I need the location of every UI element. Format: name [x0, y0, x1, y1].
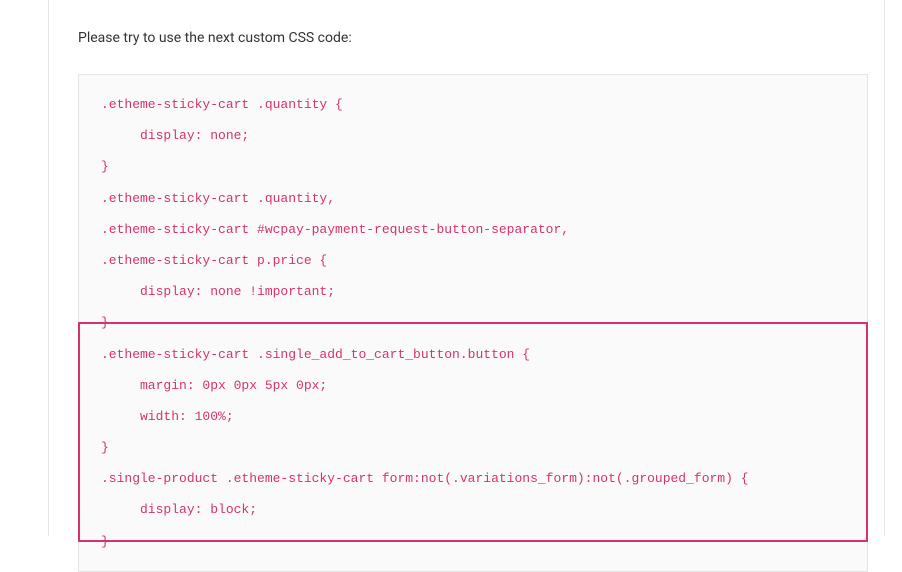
code-line: .etheme-sticky-cart p.price {	[79, 245, 867, 276]
code-line: }	[79, 307, 867, 338]
right-divider	[884, 0, 885, 536]
intro-text: Please try to use the next custom CSS co…	[78, 30, 902, 46]
code-line: .etheme-sticky-cart #wcpay-payment-reque…	[79, 214, 867, 245]
code-line: }	[79, 526, 867, 557]
code-line: .etheme-sticky-cart .quantity {	[79, 89, 867, 120]
code-line: .etheme-sticky-cart .quantity,	[79, 183, 867, 214]
code-line: width: 100%;	[79, 401, 867, 432]
left-divider	[48, 0, 49, 536]
code-line: margin: 0px 0px 5px 0px;	[79, 370, 867, 401]
code-line: .etheme-sticky-cart .single_add_to_cart_…	[79, 339, 867, 370]
code-line: display: block;	[79, 494, 867, 525]
code-line: }	[79, 151, 867, 182]
page-container: Please try to use the next custom CSS co…	[0, 0, 902, 572]
code-line: }	[79, 432, 867, 463]
code-line: .single-product .etheme-sticky-cart form…	[79, 463, 867, 494]
code-line: display: none;	[79, 120, 867, 151]
code-line: display: none !important;	[79, 276, 867, 307]
code-block: .etheme-sticky-cart .quantity { display:…	[78, 74, 868, 572]
content-area: Please try to use the next custom CSS co…	[0, 0, 902, 572]
